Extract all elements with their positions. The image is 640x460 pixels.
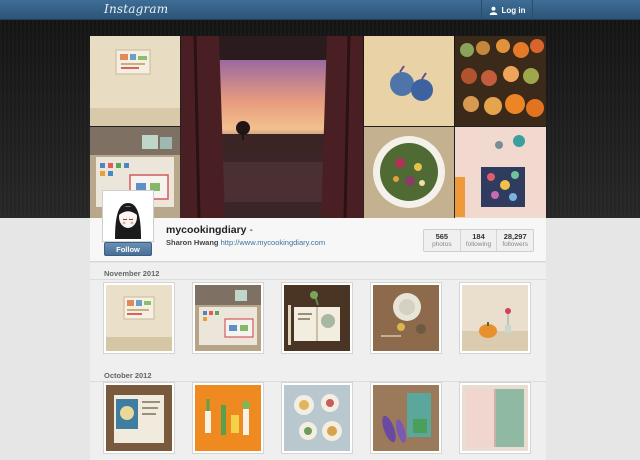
photo-thumbnail-recipe-book[interactable] — [103, 382, 175, 454]
username-suffix: - — [246, 224, 253, 236]
photo-thumbnail-postcard[interactable] — [103, 282, 175, 354]
instagram-logo[interactable]: Instagram — [104, 2, 168, 16]
photo-thumbnail-bowl[interactable] — [370, 282, 442, 354]
user-icon — [489, 6, 497, 15]
follow-button[interactable]: Follow — [104, 242, 152, 256]
cover-tile-craft-table[interactable] — [455, 127, 546, 218]
month-heading-october: October 2012 — [104, 371, 152, 380]
cover-tile-market-produce[interactable] — [455, 36, 546, 126]
photo-thumbnail-green-notebook[interactable] — [459, 382, 531, 454]
stat-following-value: 184 — [472, 232, 485, 241]
stat-photos-label: photos — [432, 241, 452, 248]
cover-tile-sunset-window[interactable] — [181, 36, 363, 218]
login-button[interactable]: Log in — [481, 0, 533, 20]
cover-photo-mosaic — [90, 36, 546, 218]
stat-following-label: following — [465, 241, 492, 248]
login-label: Log in — [501, 5, 526, 15]
profile-stats: 565 photos 184 following 28,297 follower… — [423, 229, 534, 252]
avatar[interactable] — [102, 190, 154, 242]
photo-thumbnail-plates[interactable] — [281, 382, 353, 454]
profile-username: mycookingdiary - — [166, 224, 253, 236]
month-divider — [90, 279, 546, 280]
month-heading-november: November 2012 — [104, 269, 160, 278]
top-navigation-bar: Instagram Log in — [0, 0, 640, 20]
stat-followers-label: followers — [502, 241, 528, 248]
profile-bio: Sharon Hwang http://www.mycookingdiary.c… — [166, 238, 325, 247]
username-text: mycookingdiary — [166, 224, 247, 236]
stat-followers-value: 28,297 — [503, 232, 527, 241]
stat-photos-value: 565 — [435, 232, 449, 241]
cover-tile-salad[interactable] — [364, 127, 454, 218]
photo-thumbnail-desk[interactable] — [192, 282, 264, 354]
profile-website-link[interactable]: http://www.mycookingdiary.com — [221, 238, 325, 247]
profile-full-name: Sharon Hwang — [166, 238, 219, 247]
stat-photos[interactable]: 565 photos — [424, 230, 461, 251]
photo-thumbnail-vegetables-book[interactable] — [370, 382, 442, 454]
stat-following[interactable]: 184 following — [461, 230, 498, 251]
stat-followers[interactable]: 28,297 followers — [497, 230, 533, 251]
photo-thumbnail-vegetable-illustration[interactable] — [192, 382, 264, 454]
photo-thumbnail-notebook[interactable] — [281, 282, 353, 354]
cover-tile-postcard[interactable] — [90, 36, 180, 126]
cover-tile-figs[interactable] — [364, 36, 454, 126]
photo-thumbnail-pumpkin[interactable] — [459, 282, 531, 354]
